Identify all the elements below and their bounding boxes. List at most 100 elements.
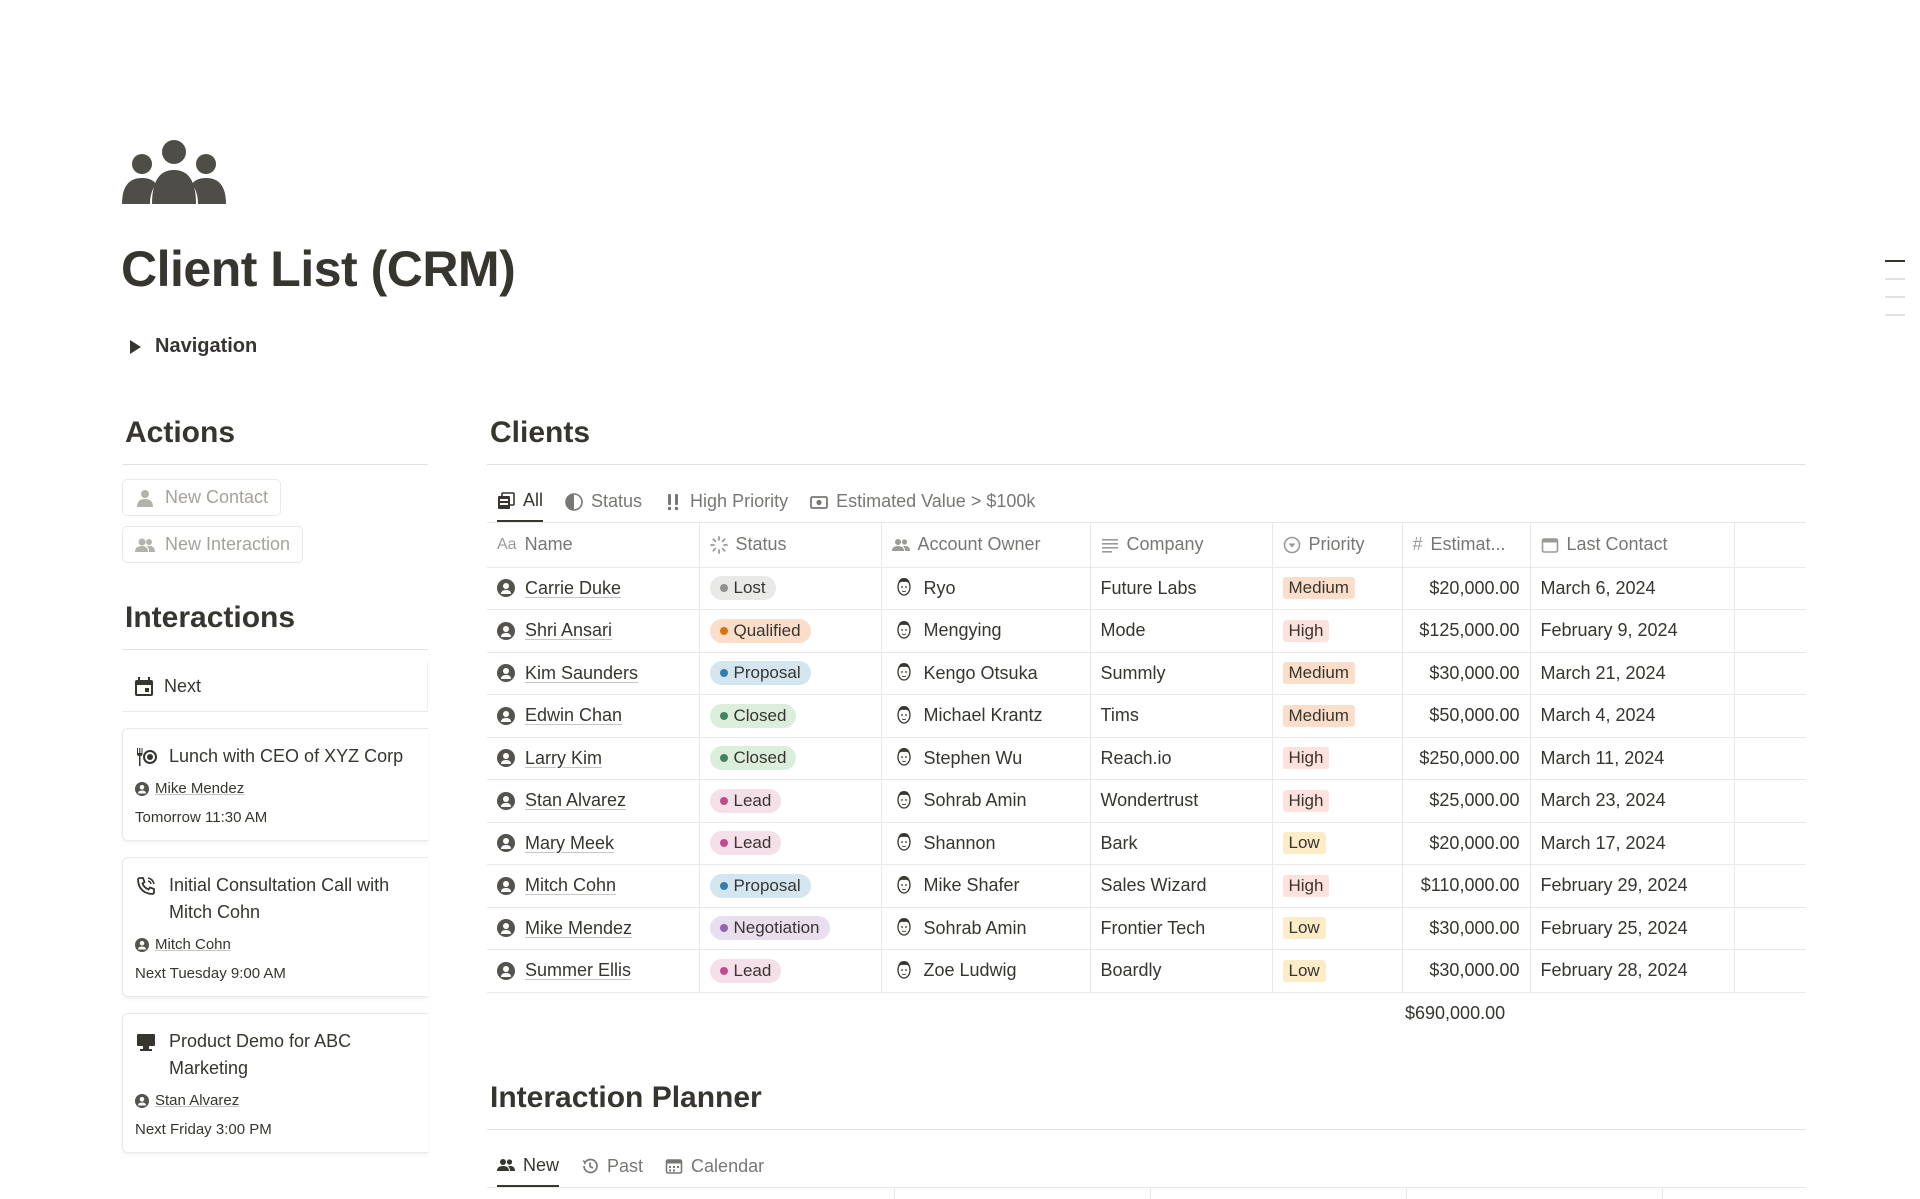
cell-status[interactable]: Lost: [699, 567, 882, 610]
toc-marker[interactable]: [1885, 314, 1905, 316]
cell-empty[interactable]: [1734, 609, 1806, 653]
cell-status[interactable]: Lead: [699, 779, 882, 823]
navigation-toggle[interactable]: Navigation: [130, 335, 257, 358]
cell-estimated-value[interactable]: $30,000.00: [1402, 652, 1531, 695]
cell-account-owner[interactable]: Zoe Ludwig: [881, 949, 1091, 993]
cell-estimated-value[interactable]: $30,000.00: [1402, 949, 1531, 993]
column-header-estimated-value[interactable]: # Estimat...: [1402, 523, 1531, 568]
table-row[interactable]: Edwin Chan Closed Michael Krantz Tims Medium…: [487, 694, 1806, 738]
cell-estimated-value[interactable]: $110,000.00: [1402, 864, 1531, 908]
cell-last-contact[interactable]: March 4, 2024: [1530, 694, 1735, 738]
new-interaction-button[interactable]: New Interaction: [122, 526, 304, 563]
cell-company[interactable]: Wondertrust: [1090, 779, 1273, 823]
cell-status[interactable]: Negotiation: [699, 907, 882, 950]
cell-estimated-value[interactable]: $30,000.00: [1402, 907, 1531, 950]
toc-marker[interactable]: [1885, 278, 1905, 280]
interaction-person[interactable]: Stan Alvarez: [135, 1092, 416, 1109]
table-row[interactable]: Larry Kim Closed Stephen Wu Reach.io High $25…: [487, 737, 1806, 780]
cell-account-owner[interactable]: Shannon: [881, 822, 1091, 865]
cell-status[interactable]: Qualified: [699, 609, 882, 653]
table-row[interactable]: Mary Meek Lead Shannon Bark Low $20,000.00 Mar…: [487, 822, 1806, 865]
tab-estimated-value[interactable]: Estimated Value > $100k: [810, 481, 1035, 522]
cell-priority[interactable]: Low: [1272, 822, 1403, 865]
column-header-name[interactable]: Aa Name: [487, 523, 700, 568]
cell-name[interactable]: Mitch Cohn: [487, 864, 700, 908]
cell-last-contact[interactable]: March 17, 2024: [1530, 822, 1735, 865]
cell-empty[interactable]: [1734, 779, 1806, 823]
tab-new[interactable]: New: [497, 1146, 560, 1187]
cell-priority[interactable]: High: [1272, 737, 1403, 780]
cell-account-owner[interactable]: Michael Krantz: [881, 694, 1091, 738]
interaction-card[interactable]: Initial Consultation Call with Mitch Coh…: [122, 857, 428, 997]
cell-name[interactable]: Stan Alvarez: [487, 779, 700, 823]
cell-account-owner[interactable]: Mike Shafer: [881, 864, 1091, 908]
new-contact-button[interactable]: New Contact: [122, 479, 282, 516]
table-row[interactable]: Mike Mendez Negotiation Sohrab Amin Frontie…: [487, 907, 1806, 950]
table-row[interactable]: Mitch Cohn Proposal Mike Shafer Sales Wizar…: [487, 864, 1806, 908]
cell-company[interactable]: Frontier Tech: [1090, 907, 1273, 950]
column-header-company[interactable]: Company: [1090, 523, 1273, 568]
cell-status[interactable]: Closed: [699, 737, 882, 780]
cell-name[interactable]: Larry Kim: [487, 737, 700, 780]
cell-company[interactable]: Bark: [1090, 822, 1273, 865]
cell-empty[interactable]: [1734, 907, 1806, 950]
cell-empty[interactable]: [1734, 864, 1806, 908]
cell-empty[interactable]: [1734, 652, 1806, 695]
cell-last-contact[interactable]: March 21, 2024: [1530, 652, 1735, 695]
cell-status[interactable]: Lead: [699, 822, 882, 865]
toc-marker[interactable]: [1885, 260, 1905, 262]
table-row[interactable]: Summer Ellis Lead Zoe Ludwig Boardly Low $30,…: [487, 949, 1806, 993]
cell-last-contact[interactable]: February 9, 2024: [1530, 609, 1735, 653]
cell-company[interactable]: Tims: [1090, 694, 1273, 738]
cell-account-owner[interactable]: Ryo: [881, 567, 1091, 610]
column-header-priority[interactable]: Priority: [1272, 523, 1403, 568]
cell-name[interactable]: Shri Ansari: [487, 609, 700, 653]
column-header-account-owner[interactable]: Account Owner: [881, 523, 1091, 568]
cell-name[interactable]: Summer Ellis: [487, 949, 700, 993]
cell-estimated-value[interactable]: $250,000.00: [1402, 737, 1531, 780]
cell-name[interactable]: Mike Mendez: [487, 907, 700, 950]
cell-company[interactable]: Sales Wizard: [1090, 864, 1273, 908]
tab-status[interactable]: Status: [565, 481, 642, 522]
tab-next[interactable]: Next: [122, 662, 428, 712]
cell-estimated-value[interactable]: $125,000.00: [1402, 609, 1531, 653]
cell-last-contact[interactable]: March 23, 2024: [1530, 779, 1735, 823]
cell-status[interactable]: Proposal: [699, 652, 882, 695]
cell-priority[interactable]: Medium: [1272, 567, 1403, 610]
tab-all[interactable]: All: [497, 481, 544, 522]
cell-priority[interactable]: High: [1272, 779, 1403, 823]
cell-company[interactable]: Mode: [1090, 609, 1273, 653]
table-row[interactable]: Shri Ansari Qualified Mengying Mode High $125…: [487, 609, 1806, 653]
cell-name[interactable]: Carrie Duke: [487, 567, 700, 610]
cell-empty[interactable]: [1734, 822, 1806, 865]
tab-high-priority[interactable]: High Priority: [664, 481, 788, 522]
cell-priority[interactable]: High: [1272, 864, 1403, 908]
cell-account-owner[interactable]: Stephen Wu: [881, 737, 1091, 780]
tab-calendar[interactable]: Calendar: [665, 1146, 764, 1187]
cell-account-owner[interactable]: Sohrab Amin: [881, 907, 1091, 950]
cell-estimated-value[interactable]: $20,000.00: [1402, 822, 1531, 865]
cell-empty[interactable]: [1734, 567, 1806, 610]
table-row[interactable]: Carrie Duke Lost Ryo Future Labs Medium $20,0…: [487, 567, 1806, 610]
column-header-last-contact[interactable]: Last Contact: [1530, 523, 1735, 568]
column-header-status[interactable]: Status: [699, 523, 882, 568]
cell-priority[interactable]: Medium: [1272, 694, 1403, 738]
cell-company[interactable]: Reach.io: [1090, 737, 1273, 780]
cell-priority[interactable]: High: [1272, 609, 1403, 653]
cell-company[interactable]: Summly: [1090, 652, 1273, 695]
cell-empty[interactable]: [1734, 737, 1806, 780]
cell-estimated-value[interactable]: $25,000.00: [1402, 779, 1531, 823]
cell-account-owner[interactable]: Kengo Otsuka: [881, 652, 1091, 695]
cell-company[interactable]: Boardly: [1090, 949, 1273, 993]
cell-last-contact[interactable]: February 29, 2024: [1530, 864, 1735, 908]
table-row[interactable]: Stan Alvarez Lead Sohrab Amin Wondertrust Hi…: [487, 779, 1806, 823]
cell-account-owner[interactable]: Mengying: [881, 609, 1091, 653]
cell-last-contact[interactable]: March 6, 2024: [1530, 567, 1735, 610]
cell-estimated-value[interactable]: $50,000.00: [1402, 694, 1531, 738]
interaction-person[interactable]: Mike Mendez: [135, 780, 416, 797]
cell-empty[interactable]: [1734, 694, 1806, 738]
cell-last-contact[interactable]: February 25, 2024: [1530, 907, 1735, 950]
cell-priority[interactable]: Medium: [1272, 652, 1403, 695]
cell-name[interactable]: Kim Saunders: [487, 652, 700, 695]
cell-name[interactable]: Mary Meek: [487, 822, 700, 865]
